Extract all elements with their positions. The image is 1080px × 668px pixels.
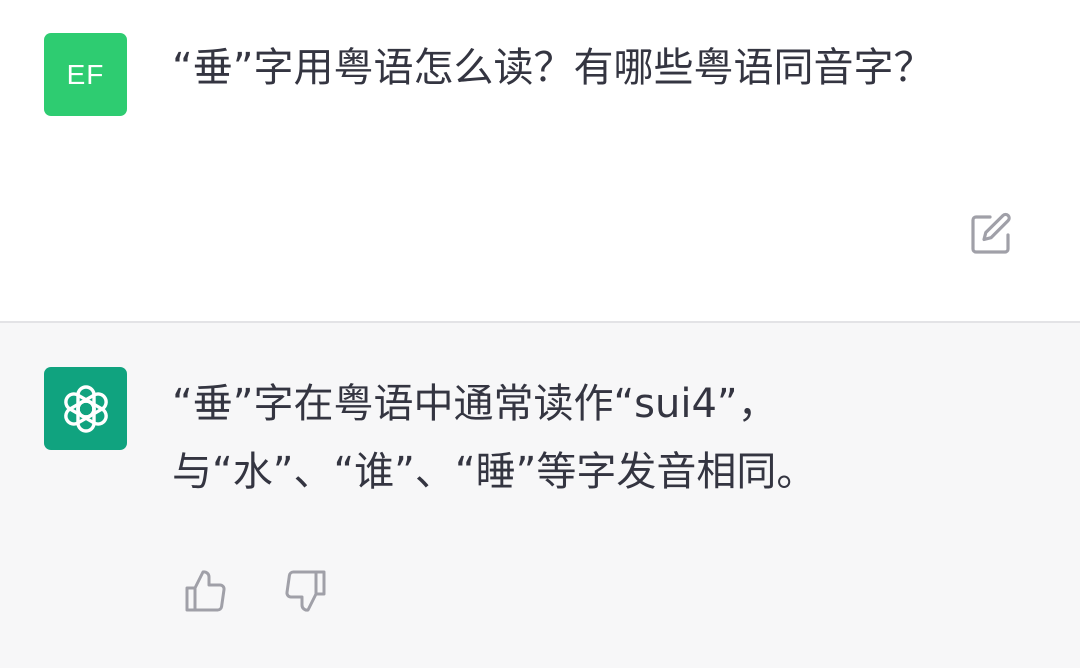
thumbs-up-icon bbox=[185, 570, 226, 612]
assistant-avatar bbox=[44, 367, 127, 450]
user-message: EF “垂”字用粤语怎么读？有哪些粤语同音字？ bbox=[0, 0, 1080, 321]
user-avatar: EF bbox=[44, 33, 127, 116]
chat-thread: EF “垂”字用粤语怎么读？有哪些粤语同音字？ “垂”字在粤语中通常读作“sui… bbox=[0, 0, 1080, 668]
assistant-message-text: “垂”字在粤语中通常读作“sui4”，与“水”、“谁”、“睡”等字发音相同。 bbox=[172, 381, 817, 495]
thumbs-down-button[interactable] bbox=[282, 568, 328, 614]
edit-icon bbox=[971, 212, 1011, 254]
assistant-message: “垂”字在粤语中通常读作“sui4”，与“水”、“谁”、“睡”等字发音相同。 bbox=[0, 323, 1080, 668]
openai-logo-icon bbox=[63, 384, 108, 433]
thumbs-up-button[interactable] bbox=[183, 568, 229, 614]
user-message-text: “垂”字用粤语怎么读？有哪些粤语同音字？ bbox=[172, 45, 934, 91]
user-avatar-initials: EF bbox=[66, 58, 105, 90]
edit-message-button[interactable] bbox=[968, 211, 1014, 257]
thumbs-down-icon bbox=[285, 570, 326, 612]
